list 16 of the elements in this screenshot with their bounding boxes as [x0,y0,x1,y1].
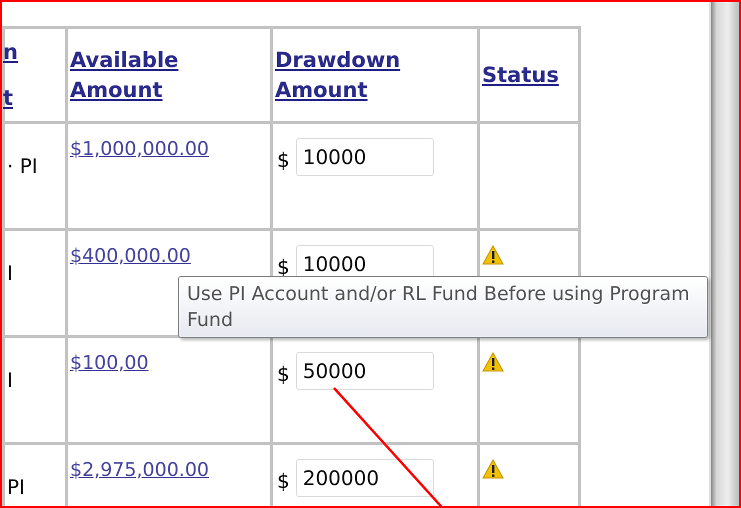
scrollbar[interactable] [711,2,739,506]
currency-symbol: $ [277,469,290,493]
amount-link[interactable]: $100,00 [70,352,149,374]
drawdown-input[interactable]: 50000 [296,352,434,390]
table-cell: PI [7,475,25,499]
table-cell: I [7,261,13,285]
currency-symbol: $ [277,148,290,172]
table-cell: I [7,368,13,392]
currency-symbol: $ [277,255,290,279]
tooltip: Use PI Account and/or RL Fund Before using Program Fund [178,276,708,338]
drawdown-input[interactable]: 200000 [296,459,434,497]
table-cell: · PI [7,154,38,178]
amount-link[interactable]: $400,000.00 [70,245,191,267]
currency-symbol: $ [277,362,290,386]
amount-link[interactable]: $1,000,000.00 [70,138,210,160]
drawdown-input[interactable]: 10000 [296,138,434,176]
